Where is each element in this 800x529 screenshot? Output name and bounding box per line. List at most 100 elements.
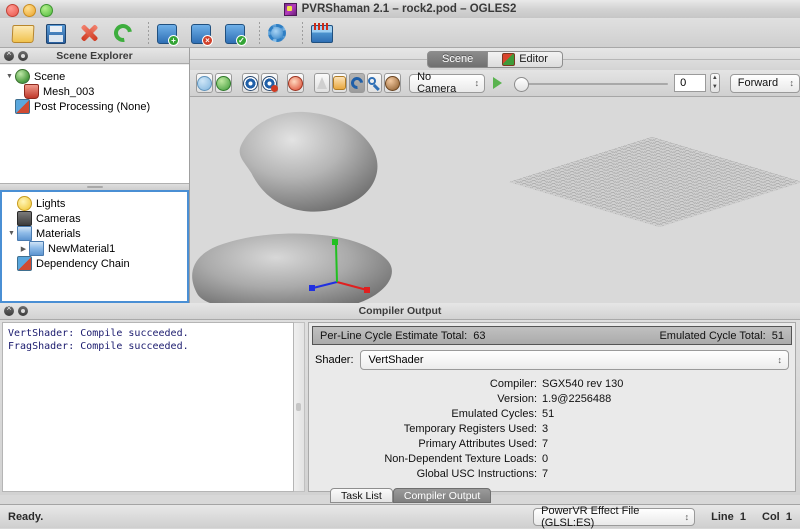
remove-effect-button[interactable]: × [191, 22, 213, 44]
toolbar-separator [259, 22, 260, 44]
shader-select[interactable]: VertShader [360, 350, 789, 370]
sphere-shaded-icon [216, 76, 231, 91]
toggle-wireframe-button[interactable] [196, 73, 213, 93]
scene-explorer-panel: Scene Explorer ▼ Scene Mesh_003 Post Pro… [0, 48, 190, 303]
tree-item-post-processing[interactable]: Post Processing (None) [0, 99, 189, 114]
compiler-log-scrollbar[interactable] [294, 322, 305, 492]
scene-tree-top-list: ▼ Scene Mesh_003 Post Processing (None) [0, 65, 189, 114]
tree-item-lights[interactable]: Lights [2, 196, 187, 211]
preferences-button[interactable] [268, 22, 290, 44]
tree-item-label: Lights [36, 198, 65, 210]
detail-row: Temporary Registers Used:3 [309, 422, 795, 437]
detail-row: Version:1.9@2256488 [309, 392, 795, 407]
detail-key: Global USC Instructions: [309, 467, 542, 482]
open-file-button[interactable] [12, 22, 34, 44]
tree-item-scene[interactable]: ▼ Scene [0, 69, 189, 84]
light-tool-button[interactable] [384, 73, 401, 93]
frame-stepper[interactable]: ▲▼ [710, 73, 720, 93]
close-file-button[interactable] [80, 22, 102, 44]
magnifier-icon [368, 77, 380, 89]
material-icon [17, 226, 32, 241]
twisty-closed-icon[interactable]: ▶ [18, 245, 29, 253]
detail-value: SGX540 rev 130 [542, 377, 623, 392]
window-title: PVRShaman 2.1 – rock2.pod – OGLES2 [302, 3, 517, 15]
toggle-shaded-button[interactable] [215, 73, 232, 93]
hand-icon [333, 76, 346, 90]
file-type-select[interactable]: PowerVR Effect File (GLSL:ES) [533, 508, 695, 526]
detail-value: 3 [542, 422, 548, 437]
tree-item-label: Cameras [36, 213, 81, 225]
tab-editor[interactable]: Editor [488, 51, 563, 68]
post-processing-icon [15, 99, 30, 114]
save-file-button[interactable] [46, 22, 68, 44]
tree-item-materials[interactable]: ▼ Materials [2, 226, 187, 241]
shader-label: Shader: [315, 354, 354, 366]
rotate-tool-button[interactable] [349, 73, 365, 93]
window-title-group: PVRShaman 2.1 – rock2.pod – OGLES2 [0, 0, 800, 18]
square-plus-icon: + [157, 24, 177, 44]
shader-selector-row: Shader: VertShader [315, 350, 789, 370]
light-bulb-icon [17, 196, 32, 211]
tree-item-newmaterial1[interactable]: ▶ NewMaterial1 [2, 241, 187, 256]
timeline-icon [311, 25, 333, 43]
status-right-group: PowerVR Effect File (GLSL:ES) Line 1 Col… [533, 508, 792, 526]
hide-button[interactable] [261, 73, 278, 93]
folder-open-icon [12, 25, 35, 43]
show-all-button[interactable] [242, 73, 259, 93]
tab-scene[interactable]: Scene [427, 51, 488, 68]
status-bar: Ready. PowerVR Effect File (GLSL:ES) Lin… [0, 504, 800, 528]
scene-tree-top[interactable]: ▼ Scene Mesh_003 Post Processing (None) [0, 65, 189, 183]
direction-select[interactable]: Forward [730, 74, 800, 93]
status-message: Ready. [8, 511, 43, 523]
timeline-button[interactable] [311, 22, 333, 44]
slider-knob[interactable] [514, 77, 529, 92]
reload-button[interactable] [114, 22, 136, 44]
tree-item-label: Scene [34, 71, 65, 83]
detail-value: 0 [542, 452, 548, 467]
tree-item-label: Materials [36, 228, 81, 240]
detail-row: Primary Attributes Used:7 [309, 437, 795, 452]
tree-item-label: Mesh_003 [43, 86, 94, 98]
detail-row: Non-Dependent Texture Loads:0 [309, 452, 795, 467]
twisty-open-icon[interactable]: ▼ [4, 73, 15, 80]
tab-task-list[interactable]: Task List [330, 488, 393, 503]
viewport-area: Scene Editor No Camera [190, 48, 800, 303]
detail-key: Primary Attributes Used: [309, 437, 542, 452]
pan-tool-button[interactable] [332, 73, 348, 93]
apply-effect-button[interactable]: ✓ [225, 22, 247, 44]
color-ball-icon [385, 76, 400, 91]
slider-track [514, 83, 668, 85]
view-toolbar: No Camera 0 ▲▼ Forward [190, 70, 800, 97]
eye-off-icon [262, 76, 277, 91]
tab-label: Compiler Output [404, 490, 480, 502]
camera-select[interactable]: No Camera [409, 74, 485, 93]
render-viewport[interactable] [190, 97, 800, 303]
select-tool-button[interactable] [314, 73, 330, 93]
rotate-icon [348, 75, 365, 92]
detail-row: Emulated Cycles:51 [309, 407, 795, 422]
scene-tree-bottom[interactable]: Lights Cameras ▼ Materials ▶ NewMaterial… [0, 190, 189, 303]
zoom-tool-button[interactable] [367, 73, 383, 93]
red-x-icon [80, 24, 98, 42]
scene-explorer-header: Scene Explorer [0, 48, 189, 64]
tree-item-label: Post Processing (None) [34, 101, 150, 113]
bottom-tab-strip: Task List Compiler Output [0, 488, 800, 504]
tree-item-dependency-chain[interactable]: Dependency Chain [2, 256, 187, 271]
tree-item-mesh[interactable]: Mesh_003 [0, 84, 189, 99]
bounding-box-button[interactable] [287, 73, 304, 93]
play-icon[interactable] [493, 77, 502, 89]
tree-item-label: NewMaterial1 [48, 243, 115, 255]
tab-compiler-output[interactable]: Compiler Output [393, 488, 491, 503]
compiler-output-title: Compiler Output [0, 305, 800, 317]
tree-item-cameras[interactable]: Cameras [2, 211, 187, 226]
eye-icon [243, 76, 258, 91]
pvrshaman-icon [284, 3, 297, 16]
detail-key: Version: [309, 392, 542, 407]
frame-number-input[interactable]: 0 [674, 74, 706, 92]
tab-label: Task List [341, 490, 382, 502]
add-effect-button[interactable]: + [157, 22, 179, 44]
twisty-open-icon[interactable]: ▼ [6, 230, 17, 237]
editor-icon [502, 53, 515, 66]
timeline-slider[interactable] [514, 74, 668, 93]
compiler-log-text[interactable]: VertShader: Compile succeeded. FragShade… [2, 322, 294, 492]
